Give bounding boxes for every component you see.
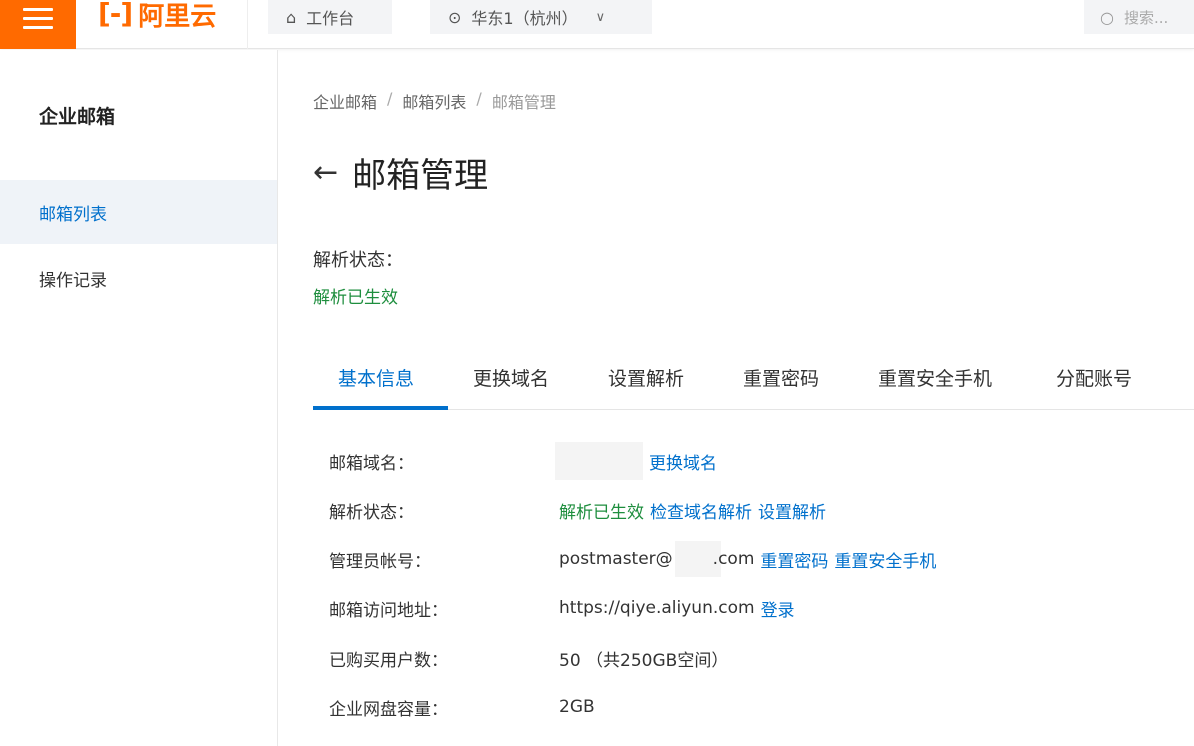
region-label: 华东1（杭州） — [471, 9, 578, 28]
redacted-domain — [555, 442, 643, 480]
reset-password-link[interactable]: 重置密码 — [760, 547, 828, 572]
tab-set-resolve[interactable]: 设置解析 — [608, 364, 684, 391]
breadcrumb-enterprise-mail[interactable]: 企业邮箱 — [313, 89, 377, 113]
breadcrumb-current: 邮箱管理 — [491, 93, 556, 112]
sidebar-item-label: 邮箱列表 — [39, 204, 107, 225]
info-row-users: 已购买用户数： 50 （共250GB空间） — [329, 643, 1189, 673]
chevron-down-icon: ∨ — [595, 9, 606, 25]
top-bar: [-] 阿里云 ⌂ 工作台 ⊙ 华东1（杭州） ∨ ○ 搜索... — [0, 0, 1194, 49]
page-header: ← 邮箱管理 — [313, 148, 488, 197]
tab-basic-info[interactable]: 基本信息 — [338, 364, 414, 391]
login-link[interactable]: 登录 — [761, 596, 795, 621]
info-value: 解析已生效 检查域名解析 设置解析 — [559, 498, 826, 523]
info-row-disk: 企业网盘容量： 2GB — [329, 692, 1189, 722]
breadcrumb-separator: / — [476, 89, 482, 108]
page-title: 邮箱管理 — [352, 156, 489, 196]
resolve-status-text: 解析已生效 — [559, 502, 644, 523]
region-selector[interactable]: ⊙ 华东1（杭州） ∨ — [430, 0, 652, 34]
info-row-admin: 管理员帐号： postmaster@ .com 重置密码 重置安全手机 — [329, 541, 1189, 577]
search-icon: ○ — [1100, 7, 1114, 27]
home-icon: ⌂ — [286, 7, 297, 27]
info-label: 邮箱访问地址： — [329, 600, 448, 621]
sidebar-item-label: 操作记录 — [39, 270, 107, 291]
back-arrow-icon[interactable]: ← — [313, 157, 338, 188]
breadcrumb: 企业邮箱 / 邮箱列表 / 邮箱管理 — [313, 89, 556, 113]
search-input[interactable]: ○ 搜索... — [1084, 0, 1194, 34]
sidebar-title: 企业邮箱 — [39, 106, 116, 128]
info-label: 管理员帐号： — [329, 551, 431, 572]
disk-capacity-value: 2GB — [559, 697, 595, 717]
info-row-domain: 邮箱域名： 更换域名 — [329, 442, 1189, 480]
tab-reset-phone[interactable]: 重置安全手机 — [878, 364, 992, 391]
workbench-label: 工作台 — [306, 9, 355, 28]
breadcrumb-separator: / — [387, 89, 393, 108]
hamburger-icon — [23, 7, 53, 29]
admin-account-suffix: .com — [712, 549, 755, 569]
info-label: 解析状态： — [329, 502, 414, 523]
resolve-status-label: 解析状态： — [313, 250, 403, 271]
info-row-access: 邮箱访问地址： https://qiye.aliyun.com 登录 — [329, 593, 1189, 623]
logo-mark: [-] — [98, 0, 133, 30]
resolve-status-value: 解析已生效 — [313, 288, 398, 308]
tab-reset-password[interactable]: 重置密码 — [743, 364, 819, 391]
access-url: https://qiye.aliyun.com — [559, 598, 755, 618]
main-content: 企业邮箱 / 邮箱列表 / 邮箱管理 ← 邮箱管理 解析状态： 解析已生效 基本… — [279, 50, 1194, 746]
logo-text: 阿里云 — [138, 2, 217, 32]
info-value: postmaster@ .com 重置密码 重置安全手机 — [559, 541, 936, 577]
tab-bar: 基本信息 更换域名 设置解析 重置密码 重置安全手机 分配账号 — [313, 350, 1194, 410]
location-icon: ⊙ — [448, 7, 462, 27]
reset-phone-link[interactable]: 重置安全手机 — [834, 547, 936, 572]
sidebar: 企业邮箱 邮箱列表 操作记录 — [0, 50, 278, 746]
info-value: https://qiye.aliyun.com 登录 — [559, 596, 795, 621]
info-value: 更换域名 — [555, 442, 717, 480]
search-placeholder: 搜索... — [1123, 8, 1169, 27]
tab-assign-account[interactable]: 分配账号 — [1056, 364, 1132, 391]
workbench-button[interactable]: ⌂ 工作台 — [268, 0, 392, 34]
set-resolve-link[interactable]: 设置解析 — [758, 498, 826, 523]
sidebar-item-mailbox-list[interactable]: 邮箱列表 — [0, 180, 277, 244]
info-label: 已购买用户数： — [329, 650, 448, 671]
aliyun-logo[interactable]: [-] 阿里云 — [76, 0, 248, 49]
sidebar-item-operation-log[interactable]: 操作记录 — [0, 246, 277, 310]
info-label: 邮箱域名： — [329, 453, 414, 474]
info-label: 企业网盘容量： — [329, 699, 448, 720]
breadcrumb-mailbox-list[interactable]: 邮箱列表 — [402, 89, 466, 113]
menu-button[interactable] — [0, 0, 76, 49]
tab-change-domain[interactable]: 更换域名 — [473, 364, 549, 391]
purchased-users-value: 50 （共250GB空间） — [559, 650, 729, 671]
active-tab-indicator — [313, 406, 448, 410]
admin-account-prefix: postmaster@ — [559, 549, 673, 569]
change-domain-link[interactable]: 更换域名 — [649, 449, 717, 474]
check-resolve-link[interactable]: 检查域名解析 — [650, 498, 752, 523]
info-row-resolve: 解析状态： 解析已生效 检查域名解析 设置解析 — [329, 495, 1189, 525]
